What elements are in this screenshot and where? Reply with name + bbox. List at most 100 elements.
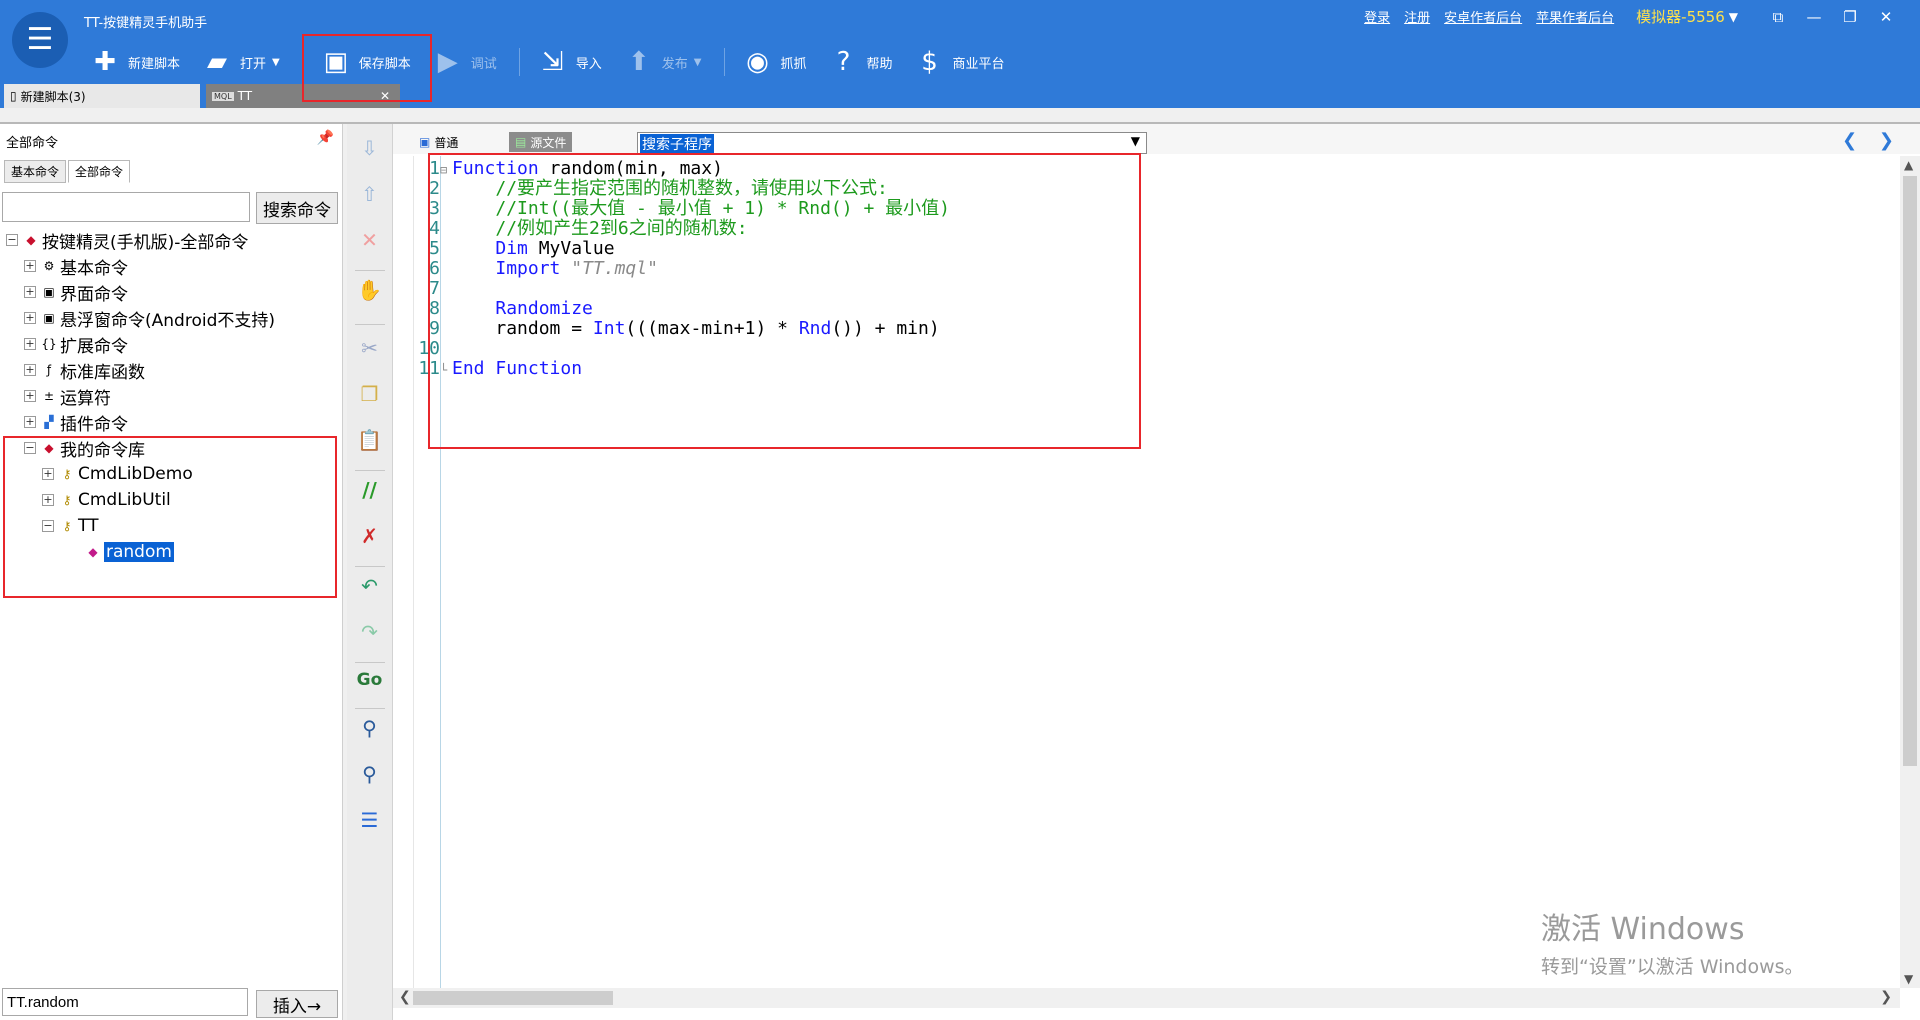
tree-root[interactable]: − ◆ 按键精灵(手机版)-全部命令 — [6, 228, 248, 253]
copy-icon[interactable]: ❐ — [347, 384, 392, 404]
search-command-button[interactable]: 搜索命令 — [256, 192, 338, 224]
capture-button[interactable]: ◉ 抓抓 — [743, 46, 806, 78]
tab-source-view[interactable]: ▤ 源文件 — [509, 132, 573, 152]
publish-label: 发布 — [661, 56, 688, 72]
tab-label: 源文件 — [530, 135, 567, 150]
minimize-icon[interactable]: — — [1796, 8, 1832, 26]
tree-label: 运算符 — [60, 388, 111, 409]
tree-item-random[interactable]: ◆ random — [84, 540, 174, 564]
outline-icon[interactable]: ☰ — [347, 810, 392, 830]
tab-tt[interactable]: MQL TT ✕ — [206, 84, 400, 108]
chevron-down-icon[interactable]: ▼ — [1729, 10, 1738, 24]
collapse-icon[interactable]: − — [6, 234, 18, 246]
expand-icon[interactable]: + — [24, 364, 36, 376]
keyword: Import — [495, 258, 561, 279]
replace-icon[interactable]: ⚲ — [347, 764, 392, 784]
divider — [355, 270, 385, 271]
android-author-link[interactable]: 安卓作者后台 — [1444, 7, 1522, 26]
undo-icon[interactable]: ↶ — [347, 576, 392, 596]
expand-icon[interactable]: + — [42, 494, 54, 506]
tab-normal-view[interactable]: ▣ 普通 — [413, 132, 464, 152]
braces-icon: {} — [41, 337, 57, 351]
key-icon: ⚷ — [62, 493, 72, 507]
chevron-down-icon[interactable]: ▼ — [1131, 134, 1140, 148]
expand-icon[interactable]: + — [24, 312, 36, 324]
chevron-down-icon[interactable]: ▼ — [694, 57, 702, 68]
tree-label: 我的命令库 — [60, 440, 145, 461]
tab-basic-commands[interactable]: 基本命令 — [4, 160, 67, 183]
tree-label: random — [104, 542, 174, 562]
redo-icon[interactable]: ↷ — [347, 622, 392, 642]
help-button[interactable]: ? 帮助 — [829, 46, 893, 78]
expand-icon[interactable]: + — [24, 416, 36, 428]
tree-item-ui[interactable]: + ▣ 界面命令 — [24, 280, 128, 305]
comment-icon[interactable]: // — [347, 480, 392, 500]
apple-author-link[interactable]: 苹果作者后台 — [1536, 7, 1614, 26]
maximize-icon[interactable]: ❐ — [1832, 8, 1868, 26]
code-text-area[interactable]: 1⊟ Function random(min, max) 2 //要产生指定范围的… — [413, 156, 1894, 988]
scissors-icon[interactable]: ✂ — [347, 338, 392, 358]
tree-label: 标准库函数 — [60, 362, 145, 383]
source-file-icon: ▤ — [515, 135, 527, 149]
pin-icon[interactable]: 📌 — [317, 130, 334, 146]
upload-icon: ⬆ — [627, 47, 650, 77]
scroll-down-icon[interactable]: ▼ — [1904, 972, 1913, 986]
hand-icon[interactable]: ✋ — [347, 280, 392, 300]
tree-item-tt[interactable]: − ⚷ TT — [42, 514, 98, 538]
expand-icon[interactable]: + — [24, 286, 36, 298]
import-button[interactable]: ⇲ 导入 — [538, 46, 602, 78]
new-script-button[interactable]: ✚ 新建脚本 — [90, 46, 180, 78]
tree-item-floating-window[interactable]: + ▣ 悬浮窗命令(Android不支持) — [24, 306, 275, 331]
uncomment-icon[interactable]: ✗ — [347, 526, 392, 546]
collapse-icon[interactable]: − — [42, 520, 54, 532]
tree-item-cmdlibutil[interactable]: + ⚷ CmdLibUtil — [42, 488, 171, 512]
tree-item-operators[interactable]: + ± 运算符 — [24, 384, 111, 409]
tree-item-my-library[interactable]: − ◆ 我的命令库 — [24, 436, 145, 461]
emulator-selector[interactable]: 模拟器-5556 — [1636, 6, 1725, 27]
scrollbar-thumb[interactable] — [1903, 176, 1917, 766]
delete-icon[interactable]: ✕ — [347, 230, 392, 250]
subroutine-search-select[interactable]: 搜索子程序 ▼ — [637, 132, 1147, 154]
scroll-up-icon[interactable]: ▲ — [1904, 158, 1913, 172]
close-icon[interactable]: ✕ — [380, 89, 390, 103]
app-menu-logo[interactable]: ☰ — [12, 12, 68, 68]
business-platform-button[interactable]: $ 商业平台 — [915, 46, 1004, 78]
expand-icon[interactable]: + — [24, 260, 36, 272]
expand-icon[interactable]: + — [24, 390, 36, 402]
tree-item-basic[interactable]: + ⚙ 基本命令 — [24, 254, 128, 279]
register-link[interactable]: 注册 — [1404, 7, 1430, 26]
tree-item-stdlib[interactable]: + ƒ 标准库函数 — [24, 358, 145, 383]
chevron-left-icon[interactable]: ❮ — [1842, 130, 1857, 151]
vertical-scrollbar[interactable]: ▲ ▼ — [1900, 156, 1920, 988]
save-script-button[interactable]: ▣ 保存脚本 — [321, 46, 410, 78]
login-link[interactable]: 登录 — [1364, 7, 1390, 26]
tree-item-plugins[interactable]: + ▞ 插件命令 — [24, 410, 128, 435]
chevron-right-icon[interactable]: ❯ — [1879, 130, 1894, 151]
collapse-icon[interactable]: − — [24, 442, 36, 454]
publish-button[interactable]: ⬆ 发布 ▼ — [624, 46, 702, 78]
goto-icon[interactable]: Go — [347, 672, 392, 689]
expand-icon[interactable]: + — [24, 338, 36, 350]
mini-mode-icon[interactable]: ⧉ — [1760, 8, 1796, 26]
scroll-left-icon[interactable]: ❮ — [399, 989, 411, 1005]
tab-all-commands[interactable]: 全部命令 — [68, 160, 131, 183]
arrow-up-icon[interactable]: ⇧ — [347, 184, 392, 204]
command-search-input[interactable] — [2, 192, 250, 222]
paste-icon[interactable]: 📋 — [347, 430, 392, 450]
open-button[interactable]: ▰ 打开 ▼ — [202, 46, 280, 78]
chevron-down-icon[interactable]: ▼ — [272, 57, 280, 68]
tab-new-script[interactable]: ▯ 新建脚本(3) — [4, 84, 200, 108]
scroll-right-icon[interactable]: ❯ — [1880, 989, 1892, 1005]
expand-icon[interactable]: + — [42, 468, 54, 480]
debug-button[interactable]: ▶ 调试 — [433, 46, 497, 78]
find-icon[interactable]: ⚲ — [347, 718, 392, 738]
tree-item-extension[interactable]: + {} 扩展命令 — [24, 332, 128, 357]
horizontal-scrollbar[interactable]: ❮ ❯ — [393, 988, 1900, 1008]
close-icon[interactable]: ✕ — [1868, 8, 1904, 26]
scrollbar-thumb[interactable] — [413, 991, 613, 1005]
fold-end-icon: └ — [440, 363, 448, 377]
command-preview-field[interactable] — [2, 988, 248, 1016]
insert-button[interactable]: 插入→ — [256, 990, 338, 1018]
tree-item-cmdlibdemo[interactable]: + ⚷ CmdLibDemo — [42, 462, 193, 486]
arrow-down-icon[interactable]: ⇩ — [347, 138, 392, 158]
